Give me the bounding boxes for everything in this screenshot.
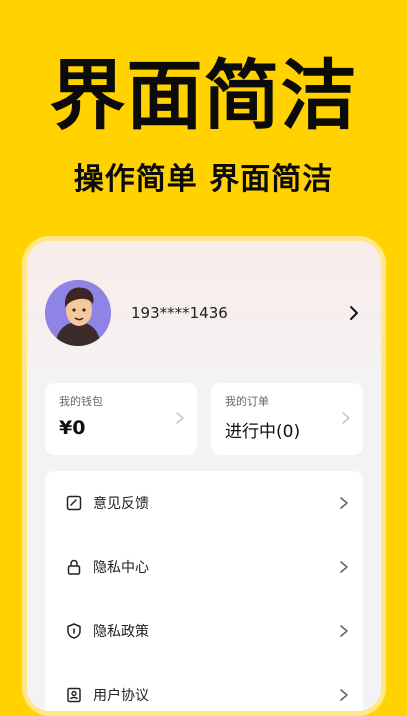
menu-item-privacy-center[interactable]: 隐私中心 bbox=[45, 535, 363, 599]
summary-cards: 我的钱包 ¥0 我的订单 进行中(0) bbox=[45, 383, 363, 455]
avatar-illustration bbox=[45, 280, 111, 346]
wallet-label: 我的钱包 bbox=[59, 395, 103, 408]
orders-card[interactable]: 我的订单 进行中(0) bbox=[211, 383, 363, 455]
chevron-right-icon bbox=[342, 412, 350, 424]
wallet-card[interactable]: 我的钱包 ¥0 bbox=[45, 383, 197, 455]
menu-label: 意见反馈 bbox=[93, 496, 149, 512]
menu-item-privacy-policy[interactable]: 隐私政策 bbox=[45, 599, 363, 663]
avatar[interactable] bbox=[45, 280, 111, 346]
feedback-icon bbox=[66, 495, 82, 511]
wallet-value: ¥0 bbox=[59, 417, 86, 439]
chevron-right-icon bbox=[340, 625, 348, 637]
chevron-right-icon bbox=[340, 561, 348, 573]
chevron-right-icon[interactable] bbox=[345, 304, 363, 322]
menu-label: 用户协议 bbox=[93, 688, 149, 704]
menu-item-feedback[interactable]: 意见反馈 bbox=[45, 471, 363, 535]
chevron-right-icon bbox=[340, 497, 348, 509]
menu-label: 隐私中心 bbox=[93, 560, 149, 576]
phone-number: 193****1436 bbox=[131, 304, 228, 322]
shield-icon bbox=[67, 623, 81, 639]
orders-label: 我的订单 bbox=[225, 395, 269, 408]
orders-value: 进行中(0) bbox=[225, 422, 301, 442]
phone-screen: 193****1436 我的钱包 ¥0 我的订单 进行中(0) 意见反馈 隐私中… bbox=[22, 236, 386, 716]
lock-icon bbox=[67, 559, 81, 575]
hero-subtitle: 操作简单 界面简洁 bbox=[73, 162, 334, 197]
user-agreement-icon bbox=[67, 687, 81, 703]
settings-menu: 意见反馈 隐私中心 隐私政策 用户协议 bbox=[45, 471, 363, 711]
profile-row[interactable]: 193****1436 bbox=[45, 279, 363, 347]
chevron-right-icon bbox=[176, 412, 184, 424]
hero-title: 界面简洁 bbox=[49, 51, 358, 140]
menu-item-user-agreement[interactable]: 用户协议 bbox=[45, 663, 363, 711]
menu-label: 隐私政策 bbox=[93, 624, 149, 640]
